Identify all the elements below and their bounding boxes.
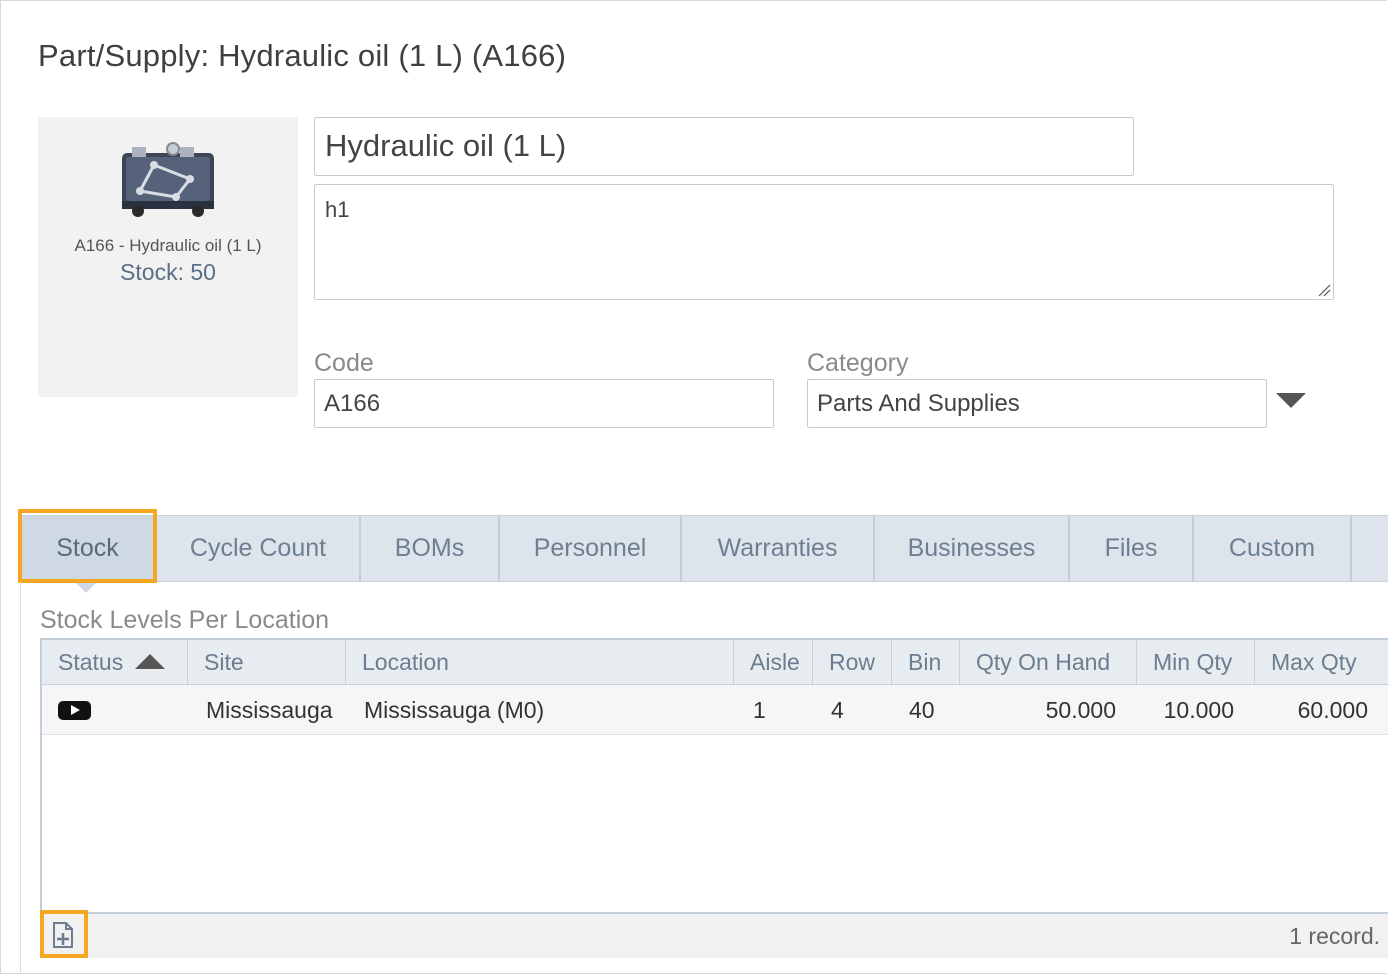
active-tab-pointer [75,582,97,593]
column-header-min-qty[interactable]: Min Qty [1137,640,1255,684]
tab-bar: Stock Cycle Count BOMs Personnel Warrant… [20,515,1388,582]
cell-max-qty: 60.000 [1297,697,1368,723]
table-row[interactable]: Mississauga Mississauga (M0) 1 4 40 50.0… [42,685,1388,735]
stock-levels-table: Status Site Location Aisle Row Bin Qty O… [40,638,1388,914]
tab-businesses[interactable]: Businesses [875,516,1070,581]
tab-cycle-count[interactable]: Cycle Count [157,516,361,581]
column-header-status[interactable]: Status [42,640,188,684]
code-label: Code [314,349,374,377]
column-header-location[interactable]: Location [346,640,734,684]
description-textarea[interactable]: h1 [314,184,1334,300]
description-text: h1 [325,197,350,222]
resize-grip-icon[interactable] [1317,283,1331,297]
column-header-aisle[interactable]: Aisle [734,640,813,684]
cell-row: 4 [831,697,844,723]
cell-aisle: 1 [753,697,766,723]
code-input[interactable]: A166 [314,379,774,428]
panel-border [20,582,21,974]
add-record-button[interactable] [40,910,88,958]
column-header-bin[interactable]: Bin [892,640,960,684]
thumbnail-stock: Stock: 50 [120,259,216,285]
cell-bin: 40 [909,697,935,723]
tab-warranties[interactable]: Warranties [682,516,875,581]
table-footer [40,914,1388,958]
table-header: Status Site Location Aisle Row Bin Qty O… [42,640,1388,685]
sort-ascending-icon [135,654,166,669]
category-label: Category [807,349,909,377]
tab-files[interactable]: Files [1070,516,1194,581]
play-icon [58,701,91,720]
name-input[interactable]: Hydraulic oil (1 L) [314,117,1134,176]
cell-site: Mississauga [206,697,333,723]
section-title: Stock Levels Per Location [40,606,330,634]
column-header-qty-on-hand[interactable]: Qty On Hand [960,640,1137,684]
cell-qty-on-hand: 50.000 [1045,697,1116,723]
tab-custom[interactable]: Custom [1194,516,1352,581]
tab-personnel[interactable]: Personnel [500,516,682,581]
item-thumbnail-card[interactable]: A166 - Hydraulic oil (1 L) Stock: 50 [38,117,298,397]
tab-stock-highlight [18,509,157,583]
page-title: Part/Supply: Hydraulic oil (1 L) (A166) [38,38,567,73]
column-header-max-qty[interactable]: Max Qty [1255,640,1388,684]
tab-boms[interactable]: BOMs [361,516,500,581]
column-header-label: Status [58,649,124,675]
chevron-down-icon[interactable] [1276,393,1306,408]
record-count: 1 record. [1289,923,1380,949]
thumbnail-caption: A166 - Hydraulic oil (1 L) [74,236,262,255]
add-document-icon [53,922,73,948]
toolbox-icon [122,142,214,217]
cell-min-qty: 10.000 [1163,697,1234,723]
column-header-row[interactable]: Row [813,640,892,684]
cell-location: Mississauga (M0) [364,697,545,723]
category-select[interactable]: Parts And Supplies [807,379,1267,428]
column-header-site[interactable]: Site [188,640,346,684]
